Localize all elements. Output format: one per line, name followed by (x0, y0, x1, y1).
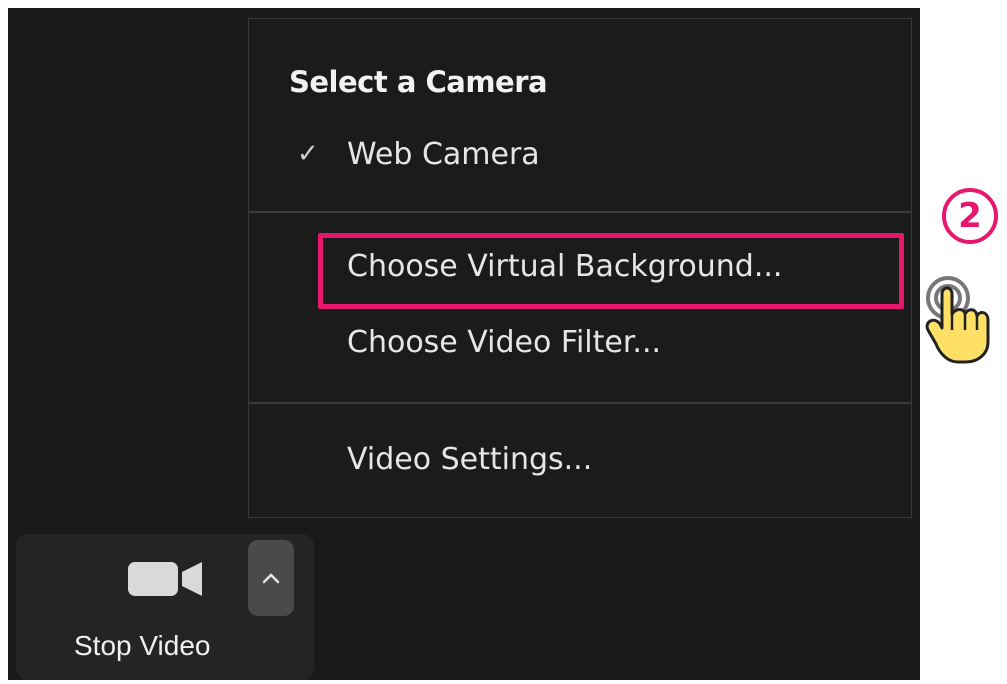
highlight-box (318, 233, 904, 309)
menu-divider (249, 211, 911, 213)
pointing-hand-icon (925, 276, 990, 364)
video-options-caret-button[interactable] (248, 540, 294, 616)
stop-video-control[interactable]: Stop Video (16, 534, 314, 680)
menu-divider (249, 402, 911, 404)
caret-up-icon (262, 573, 280, 584)
menu-item-choose-video-filter[interactable]: Choose Video Filter... (347, 325, 661, 360)
menu-item-video-settings[interactable]: Video Settings... (347, 442, 592, 477)
menu-item-web-camera[interactable]: Web Camera (347, 137, 540, 172)
checkmark-icon: ✓ (297, 139, 319, 169)
stop-video-label: Stop Video (74, 630, 211, 661)
step-number-badge: 2 (942, 188, 998, 244)
video-camera-icon (128, 562, 202, 596)
menu-header: Select a Camera (289, 65, 548, 99)
